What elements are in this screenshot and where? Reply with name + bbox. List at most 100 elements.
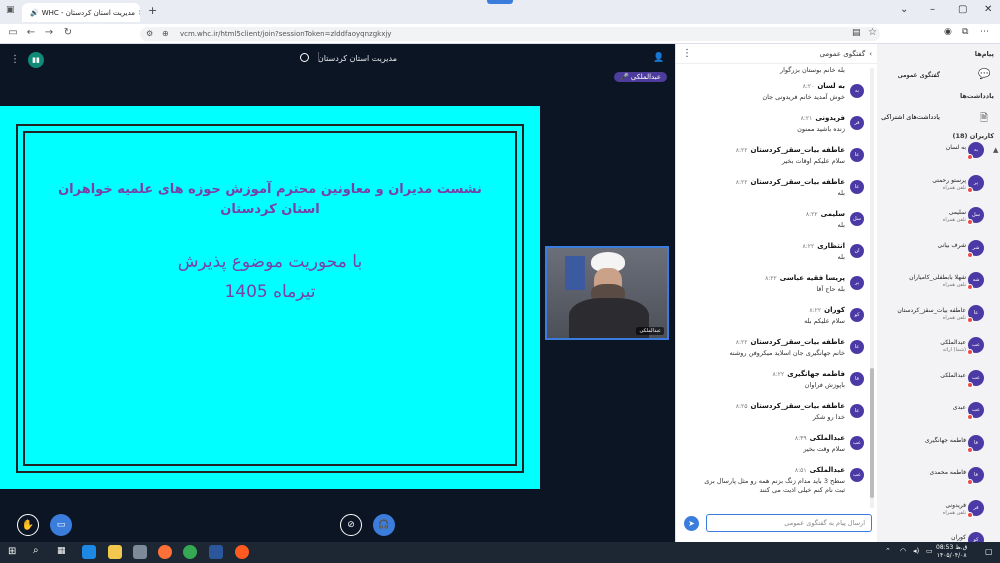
chat-text: باپوزش فراوان [804,381,845,389]
firefox-icon[interactable] [158,545,172,559]
chat-avatar[interactable]: عا [850,180,864,194]
search-icon[interactable]: ⌕ [33,545,39,556]
user-list[interactable]: به به لسان پر پرستو رحمتی تلفن همراه سل سلیمی ت… [877,136,1000,542]
chat-avatar[interactable]: عا [850,148,864,162]
menu-dots-icon[interactable]: ⋯ [980,27,989,37]
chat-time: ۸:۲۲ [735,339,748,346]
tab-title: WHC - مدیریت استان کردستان [41,8,136,17]
chat-text: زنده باشید ممنون [797,125,845,133]
recording-indicator-icon[interactable] [300,53,309,62]
user-list-item[interactable]: عب عبدی [880,396,1000,426]
user-list-item[interactable]: سل سلیمی تلفن همراه [880,201,1000,231]
host-badge[interactable]: 🎤 عبدالملکی [613,72,667,82]
users-scroll-up-icon[interactable]: ▲ [993,146,998,154]
tray-chevron-icon[interactable]: ⌃ [885,547,891,555]
chat-time: ۸:۲۰ [802,83,815,90]
chat-back-icon[interactable]: › [869,50,872,58]
user-name: سلیمی [948,209,966,216]
start-icon[interactable]: ⊞ [8,546,16,557]
url-field[interactable]: ⚙ ⊕ vcm.whc.ir/html5client/join?sessionT… [140,27,880,41]
chat-avatar[interactable]: کو [850,308,864,322]
user-list-item[interactable]: شر شرف بیانی [880,234,1000,264]
chat-avatar[interactable]: فر [850,116,864,130]
minimize-icon[interactable]: – [930,4,935,15]
maximize-icon[interactable]: ▢ [958,4,967,15]
chat-avatar[interactable]: پر [850,276,864,290]
chat-title: گفتگوی عمومی [819,49,866,58]
options-menu-icon[interactable]: ⋮ [10,54,20,65]
chat-sender: فریدونی۸:۲۱ [801,114,845,122]
chat-input[interactable]: ارسال پیام به گفتگوی عمومی [706,514,872,532]
windows-taskbar: ⊞ ⌕ ▦ ⌃ ◠ ◂) ▭ 08:53 ق.ظ ۱۴۰۵/۰۴/۰۸ ▢ [0,542,1000,563]
public-chat-item[interactable]: گفتگوی عمومی 💬 [880,62,1000,86]
chat-avatar[interactable]: سل [850,212,864,226]
task-view-icon[interactable]: ▦ [57,546,66,556]
chat-scroll-thumb[interactable] [870,368,874,498]
forward-icon[interactable]: → [40,27,58,38]
reader-icon[interactable]: ▤ [852,28,861,38]
user-status: تلفن همراه [942,282,966,288]
user-list-item[interactable]: به به لسان [880,136,1000,166]
taskbar-clock[interactable]: 08:53 ق.ظ ۱۴۰۵/۰۴/۰۸ [936,544,967,560]
user-list-item[interactable]: کوکورانتلفن همراه [880,526,1000,542]
shared-notes-label: یادداشت‌های اشتراکی [881,113,940,121]
chat-scrollbar[interactable] [870,68,874,508]
close-window-icon[interactable]: ✕ [984,4,992,15]
reload-icon[interactable]: ↻ [59,27,77,38]
user-name: شهلا بابطفلی_کامیاران [909,274,966,281]
user-name: عبدالملکی [940,339,966,346]
camera-off-button[interactable]: ⊘ [340,514,362,536]
battery-icon[interactable]: ▭ [926,547,933,555]
sidebar-toggle-icon[interactable]: ▭ [4,27,22,38]
word-icon[interactable] [209,545,223,559]
file-explorer-icon[interactable] [108,545,122,559]
page-info-icon[interactable]: ⊕ [162,29,169,38]
extensions-icon[interactable]: ⧉ [962,27,968,37]
chat-sender: عبدالملکی۸:۵۱ [795,466,845,474]
chat-bubble-icon: 💬 [978,69,991,80]
back-icon[interactable]: ← [22,27,40,38]
chat-message-list[interactable]: بله خانم بوستان بزرگوار به به لسان۸:۲۰ خوش… [676,66,872,506]
raise-hand-button[interactable]: ✋ [17,514,39,536]
chat-avatar[interactable]: عا [850,404,864,418]
site-info-icon[interactable]: ⚙ [146,29,153,38]
user-list-item[interactable]: شه شهلا بابطفلی_کامیاران تلفن همراه [880,266,1000,296]
favorite-star-icon[interactable]: ☆ [868,27,877,38]
screen-share-button[interactable]: ▭ [50,514,72,536]
chat-avatar[interactable]: فا [850,372,864,386]
user-list-item[interactable]: عب عبدالملکی [880,364,1000,394]
chat-sender-name: فریدونی [815,114,845,122]
mic-muted-icon [967,284,973,290]
user-name: عاطفه بیات_سقز_کردستان [897,306,966,314]
webcam-video[interactable]: عبدالملکی [545,246,669,340]
settings-icon[interactable] [133,545,147,559]
notification-icon[interactable]: ▢ [985,547,993,556]
user-list-item[interactable]: فر فریدونی تلفن همراه [880,494,1000,524]
shared-notes-item[interactable]: یادداشت‌های اشتراکی 🗎 [880,106,1000,128]
user-list-item[interactable]: فا فاطمه جهانگیری [880,429,1000,459]
browser-app-icon[interactable] [235,545,249,559]
tab-close-icon[interactable]: ✕ [138,9,140,17]
user-list-item[interactable]: عا عاطفه بیات_سقز_کردستان تلفن همراه [880,299,1000,329]
user-list-item[interactable]: پر پرستو رحمتی تلفن همراه [880,169,1000,199]
edge-icon[interactable] [82,545,96,559]
tab-search-icon[interactable]: ⌄ [900,4,908,15]
browser-tab[interactable]: 🔊 WHC - مدیریت استان کردستان ✕ [22,3,140,22]
user-list-item[interactable]: عب عبدالملکی (شما) ارائه [880,331,1000,361]
audio-button[interactable]: 🎧 [373,514,395,536]
send-button[interactable]: ➤ [684,516,699,531]
chat-avatar[interactable]: ان [850,244,864,258]
tab-actions-icon[interactable]: ▣ [6,5,15,15]
profile-icon[interactable]: ◉ [944,27,952,37]
add-user-icon[interactable]: 👤 [653,53,664,63]
chat-avatar[interactable]: عب [850,468,864,482]
volume-icon[interactable]: ◂) [913,547,919,555]
chat-avatar[interactable]: به [850,84,864,98]
chat-options-icon[interactable]: ⋮ [682,48,692,59]
wifi-icon[interactable]: ◠ [900,547,906,555]
new-tab-button[interactable]: + [148,4,157,17]
user-list-item[interactable]: فا فاطمه محمدی [880,461,1000,491]
chat-avatar[interactable]: عا [850,340,864,354]
chat-avatar[interactable]: عب [850,436,864,450]
chrome-icon[interactable] [183,545,197,559]
